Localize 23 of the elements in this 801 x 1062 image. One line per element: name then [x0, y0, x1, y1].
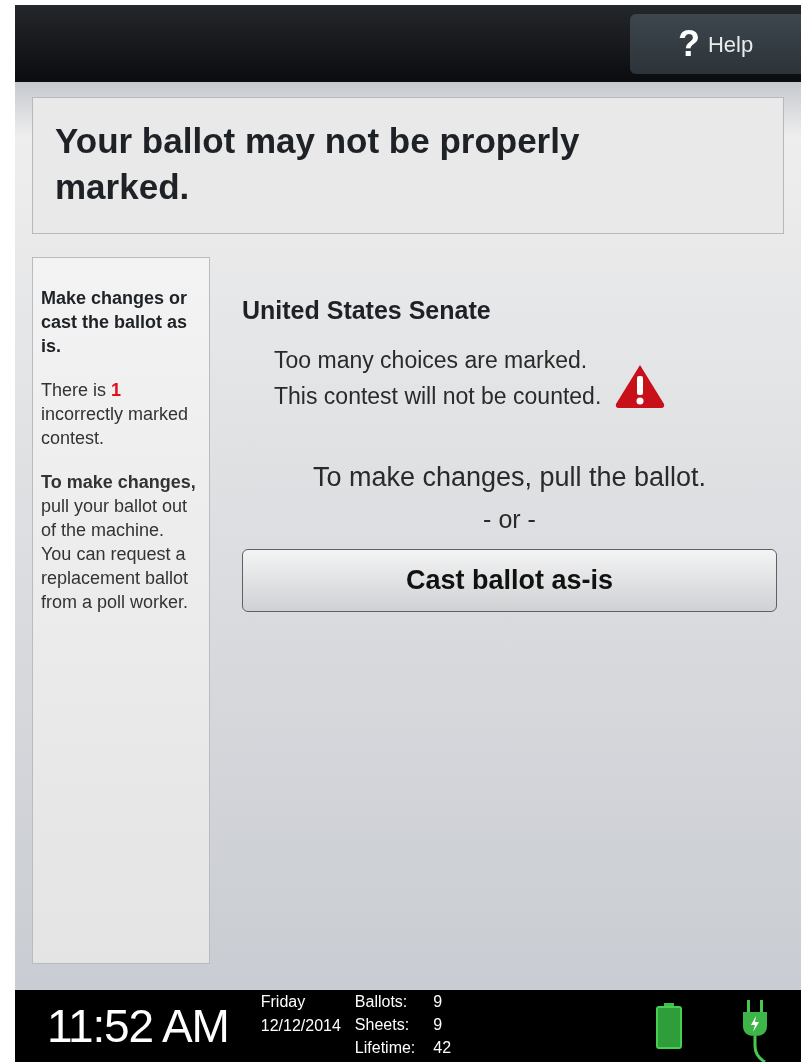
separator-text: - or - — [482, 504, 537, 535]
day-text: Friday — [260, 992, 307, 1012]
power-plug-icon — [741, 1000, 769, 1062]
date-text: 12/12/2014 — [260, 1016, 341, 1036]
instruction-paragraph: To make changes, pull your ballot out of the machine. You can request a replacement ballot from a poll worker. — [41, 471, 197, 614]
contest-title: United States Senate — [242, 295, 492, 326]
battery-icon — [655, 1002, 683, 1050]
error-message: This contest will not be counted. — [274, 381, 602, 411]
question-mark-icon: ? — [677, 26, 700, 62]
counter-label: Ballots: — [354, 992, 409, 1012]
alert-title: Your ballot may not be properly marked. — [55, 120, 581, 208]
cast-ballot-button[interactable]: Cast ballot as-is — [242, 548, 777, 612]
clock-time: 11:52 AM — [47, 1003, 229, 1049]
sidebar-heading: Make changes or cast the ballot as is. — [41, 287, 189, 358]
counter-value: 9 — [433, 1015, 444, 1035]
help-button[interactable]: ? Help — [630, 14, 801, 74]
counter-label: Lifetime: — [354, 1038, 416, 1058]
counter-label: Sheets: — [354, 1015, 411, 1035]
error-count-text: There is 1 incorrectly marked contest. — [41, 379, 190, 450]
instruction-text: To make changes, pull the ballot. — [311, 460, 708, 494]
counter-value: 42 — [433, 1038, 452, 1058]
error-message: Too many choices are marked. — [274, 345, 589, 375]
counter-value: 9 — [433, 992, 444, 1012]
